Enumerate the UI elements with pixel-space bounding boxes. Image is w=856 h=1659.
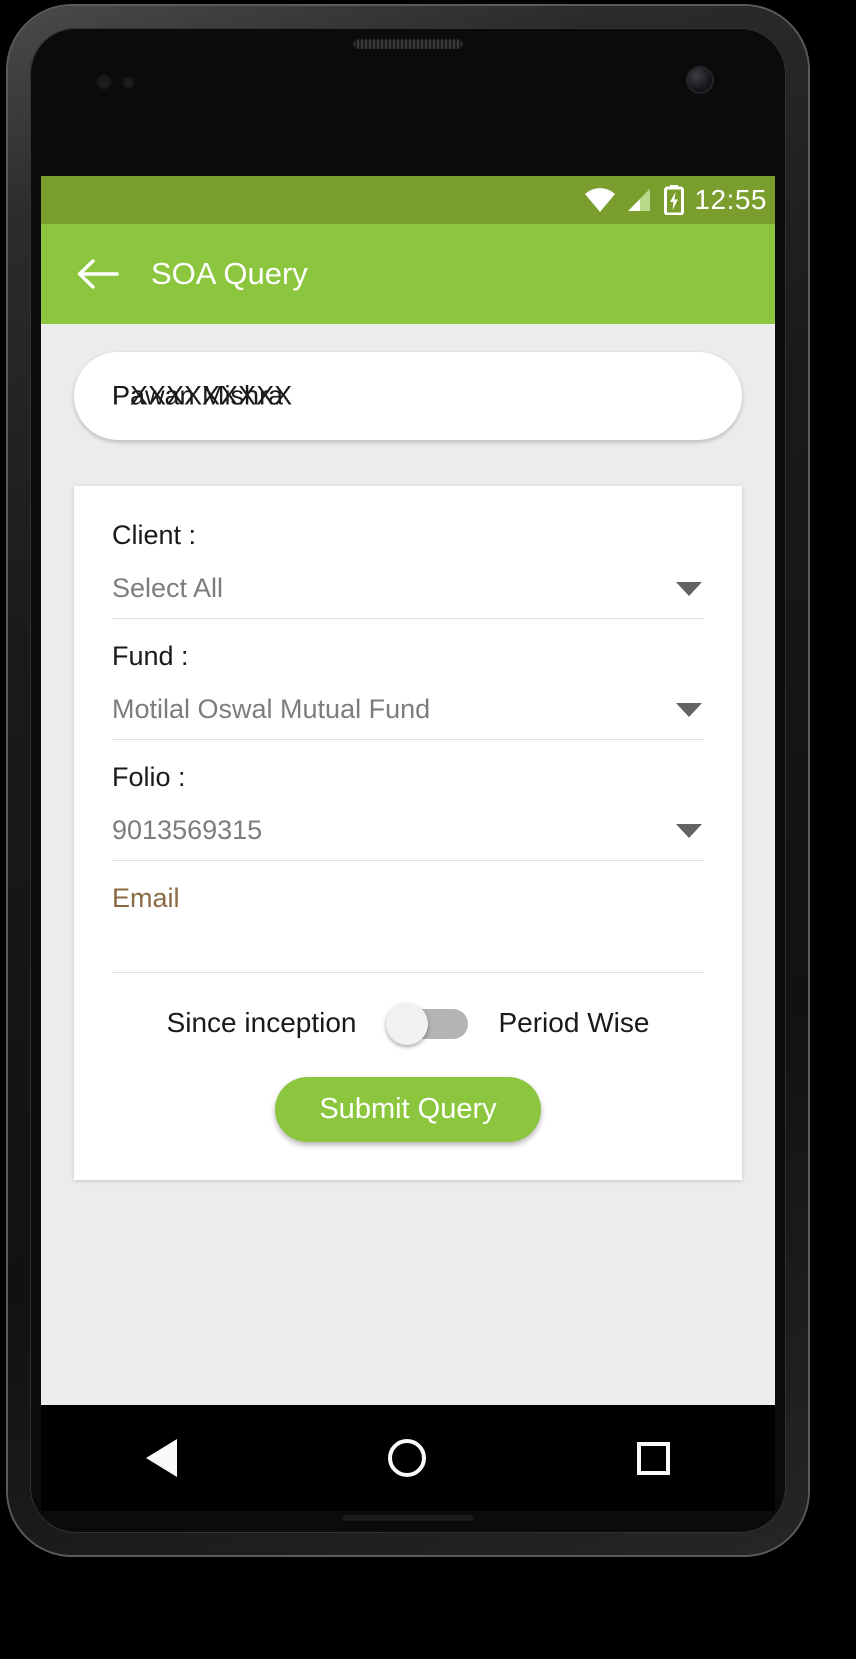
folio-dropdown-value: 9013569315 [112,815,263,845]
signal-icon [628,189,651,211]
client-dropdown[interactable]: Select All [112,573,704,604]
nav-back-icon[interactable] [146,1439,178,1477]
phone-frame: 12:55 SOA Query Pawan Mishra PXXXXXXXXX … [8,6,808,1555]
chevron-down-icon[interactable] [676,581,702,596]
bottom-speaker [342,1515,474,1521]
battery-charging-icon [664,185,685,215]
since-inception-label: Since inception [166,1007,357,1038]
proximity-sensor-icon [96,74,112,90]
period-wise-toggle[interactable] [386,1003,469,1045]
folio-field-label: Folio : [112,762,186,792]
back-arrow-icon[interactable] [77,258,119,290]
submit-row: Submit Query [112,1077,704,1150]
page-title: SOA Query [151,256,308,291]
front-camera-icon [686,66,714,94]
chevron-down-icon[interactable] [676,823,702,838]
fund-dropdown[interactable]: Motilal Oswal Mutual Fund [112,694,704,725]
fund-field: Fund : Motilal Oswal Mutual Fund [112,641,704,740]
fund-dropdown-value: Motilal Oswal Mutual Fund [112,694,431,724]
chevron-down-icon[interactable] [676,702,702,717]
client-field-label: Client : [112,520,197,550]
earpiece-speaker [353,38,463,49]
folio-field: Folio : 9013569315 [112,762,704,861]
app-bar: SOA Query [41,224,775,324]
period-toggle-row: Since inception Period Wise [112,1003,704,1045]
light-sensor-icon [122,76,135,89]
submit-query-button[interactable]: Submit Query [275,1077,541,1142]
status-bar: 12:55 [41,176,775,224]
folio-dropdown[interactable]: 9013569315 [112,815,704,846]
client-field: Client : Select All [112,520,704,619]
nav-recents-icon[interactable] [636,1441,670,1475]
client-pan-masked-text: PXXXXXXXXX [112,380,293,411]
client-search-input[interactable]: Pawan Mishra PXXXXXXXXX [74,352,742,440]
email-field-label: Email [112,883,180,913]
android-navigation-bar [41,1405,775,1511]
period-wise-label: Period Wise [498,1007,650,1038]
soa-query-form: Client : Select All Fund : Motilal Oswal… [74,486,742,1180]
nav-home-icon[interactable] [387,1439,426,1477]
phone-screen: 12:55 SOA Query Pawan Mishra PXXXXXXXXX … [41,176,775,1405]
email-field[interactable]: Email [112,883,704,973]
status-bar-time: 12:55 [694,184,767,215]
fund-field-label: Fund : [112,641,189,671]
wifi-icon [585,188,616,212]
client-dropdown-value: Select All [112,573,224,603]
